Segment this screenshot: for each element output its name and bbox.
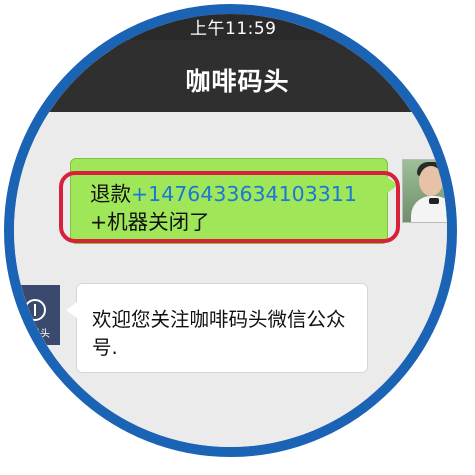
user-avatar[interactable]	[402, 159, 447, 223]
red-highlight-outline	[59, 171, 400, 243]
received-bubble-tail	[66, 302, 77, 318]
status-time: 上午11:59	[190, 19, 277, 39]
anchor-icon	[24, 299, 46, 321]
chat-title: 咖啡码头	[185, 67, 290, 96]
screen-content: 上午11:59 咖啡码头 退款+1476433634103311 +机器关闭了	[14, 14, 447, 447]
circular-frame: 上午11:59 咖啡码头 退款+1476433634103311 +机器关闭了	[0, 0, 475, 475]
avatar-bowtie	[429, 198, 439, 204]
received-message-text[interactable]: 欢迎您关注咖啡码头微信公众号.	[92, 306, 362, 362]
avatar-label: 码头	[30, 329, 50, 340]
phone-screen-circle: 上午11:59 咖啡码头 退款+1476433634103311 +机器关闭了	[4, 4, 457, 457]
official-account-avatar[interactable]: 码头	[20, 285, 60, 345]
avatar-face	[419, 166, 443, 196]
chat-navbar: 咖啡码头	[14, 40, 447, 112]
